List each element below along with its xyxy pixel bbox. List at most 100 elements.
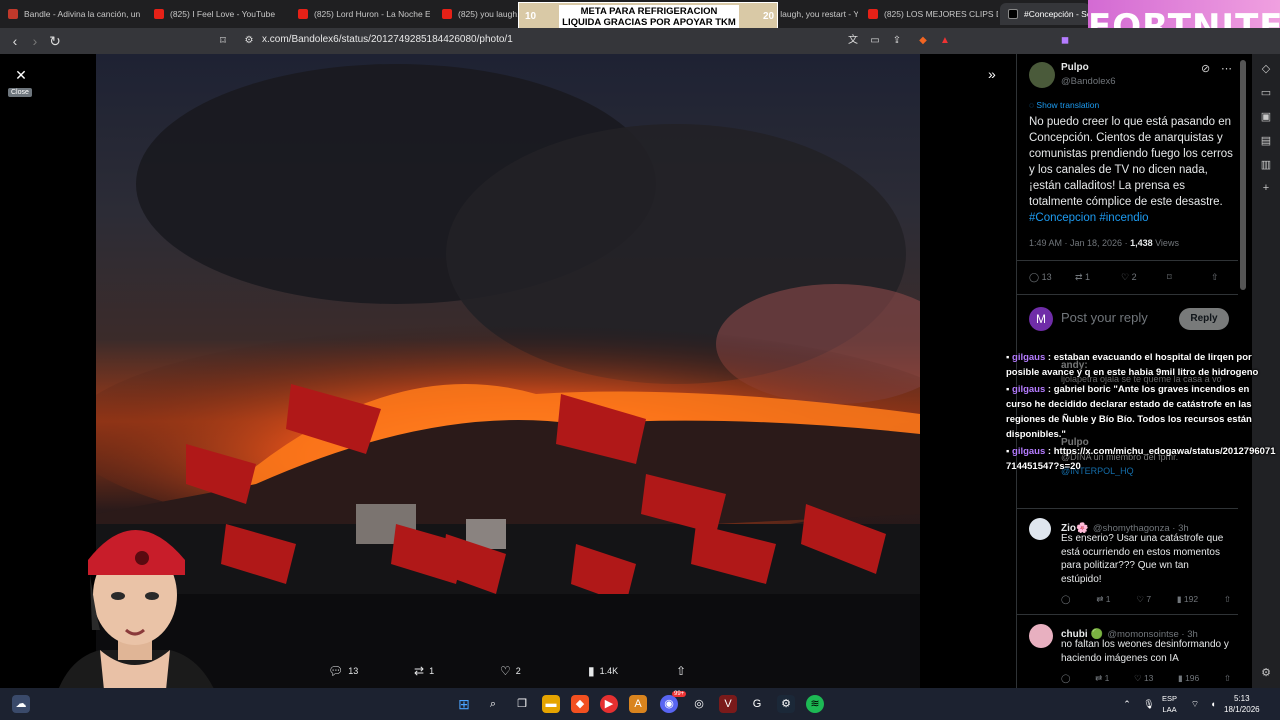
url-field[interactable]: x.com/Bandolex6/status/20127492851844260… [262, 34, 513, 45]
obs-icon[interactable]: ◎ [690, 695, 708, 713]
wallet-icon[interactable]: ▣ [1258, 110, 1274, 126]
close-icon[interactable]: ✕ [12, 66, 30, 84]
task-view-icon[interactable]: ❐ [513, 695, 531, 713]
views-button[interactable]: ▮ 192 [1177, 594, 1198, 605]
my-avatar[interactable]: M [1029, 307, 1053, 331]
tweet-timestamp[interactable]: 1:49 AM · Jan 18, 2026 · [1029, 238, 1130, 248]
leo-icon[interactable]: ◇ [1258, 62, 1274, 78]
author-handle[interactable]: @Bandolex6 [1061, 76, 1116, 87]
share-icon[interactable]: ⇧ [1224, 673, 1231, 684]
site-info-icon[interactable]: ⚙ [240, 32, 258, 50]
avatar[interactable] [1029, 624, 1053, 648]
reply-icon[interactable]: ◯ [1061, 594, 1071, 605]
views-count: 1.4K [599, 666, 619, 676]
reply-text: Es enserio? Usar una catástrofe que está… [1061, 533, 1224, 585]
avatar[interactable] [1029, 62, 1055, 88]
share-icon[interactable]: ⇪ [888, 32, 906, 50]
like-button[interactable]: ♡ 13 [1134, 673, 1153, 684]
viewer-repost-button[interactable]: ⇄ 1 [414, 664, 434, 678]
reply-icon: ◯ [1029, 272, 1042, 282]
back-icon[interactable]: ‹ [6, 32, 24, 50]
viewer-share-button[interactable]: ⇧ [676, 664, 691, 678]
views-button[interactable]: ▮ 196 [1178, 673, 1199, 684]
repost-icon: ⇄ [1095, 673, 1105, 683]
share-icon[interactable]: ⇧ [1224, 594, 1231, 605]
hashtag-link[interactable]: #incendio [1099, 212, 1148, 224]
viewer-views-button[interactable]: ▮ 1.4K [588, 664, 618, 678]
reply-count: 13 [1041, 272, 1052, 282]
lang-layout: LAA [1162, 705, 1177, 714]
reply-button[interactable]: Reply [1179, 308, 1229, 330]
show-translation-link[interactable]: ◌ Show translation [1029, 100, 1099, 110]
media-player-icon[interactable]: ▶ [600, 695, 618, 713]
tab-bandle[interactable]: Bandle - Adivina la canción, un [0, 3, 140, 25]
grok-icon[interactable]: ⊘ [1201, 62, 1210, 75]
file-explorer-icon[interactable]: ▬ [542, 695, 560, 713]
views-icon: ▮ [1178, 673, 1186, 683]
tray-chevron-icon[interactable]: ⌃ [1118, 695, 1136, 713]
tab-x-active[interactable]: #Concepción - Sea [1000, 3, 1090, 25]
repost-button[interactable]: ⇄ 1 [1095, 673, 1109, 684]
youtube-icon [154, 9, 164, 19]
clock-time: 5:13 [1234, 694, 1250, 703]
like-count: 2 [1131, 272, 1137, 282]
repost-button[interactable]: ⇄ 1 [1075, 272, 1121, 283]
heart-icon: ♡ [1133, 673, 1144, 683]
widgets-icon[interactable]: ☁ [12, 695, 30, 713]
more-icon[interactable]: ⋯ [1221, 62, 1232, 75]
reply-actions: ◯ ⇄ 1 ♡ 7 ▮ 192 ⇧ [1061, 594, 1231, 605]
windows-taskbar: ☁ ⊞ ⌕ ❐ ▬ ◆ ▶ A ◉ 99+ ◎ V G ⚙ ≋ ⌃ 🎙︎ ESP… [0, 688, 1280, 720]
tab-youtube-2[interactable]: (825) Lord Huron - La Noche E [290, 3, 430, 25]
settings-icon[interactable]: ⚙ [1258, 666, 1274, 682]
viewer-reply-button[interactable]: 💬︎ 13 [328, 664, 358, 678]
search-icon[interactable]: ⌕ [484, 695, 502, 713]
bookmark-icon[interactable]: ⌑ [214, 32, 232, 50]
author-name[interactable]: Pulpo [1061, 62, 1089, 73]
spotify-icon[interactable]: ≋ [806, 695, 824, 713]
tab-youtube-1[interactable]: (825) I Feel Love - YouTube [146, 3, 286, 25]
hashtag-link[interactable]: #Concepcion [1029, 212, 1096, 224]
like-button[interactable]: ♡ 7 [1136, 594, 1151, 605]
like-button[interactable]: ♡ 2 [1121, 272, 1167, 283]
chat-text: : https://x.com/michu_edogawa/status/201… [1006, 446, 1276, 472]
system-clock[interactable]: 5:13 18/1/2026 [1224, 693, 1260, 715]
clock-date: 18/1/2026 [1224, 705, 1260, 714]
epic-games-icon[interactable]: G [748, 695, 766, 713]
wifi-icon[interactable]: ⌔ [1186, 695, 1204, 713]
reload-icon[interactable]: ↻ [46, 32, 64, 50]
brave-icon[interactable]: ◆ [571, 695, 589, 713]
bookmarks-icon[interactable]: ▤ [1258, 134, 1274, 150]
share-button[interactable]: ⇧ [1211, 272, 1219, 283]
add-icon[interactable]: + [1258, 182, 1274, 198]
translate-icon[interactable]: 文 [844, 32, 862, 50]
bookmark-button[interactable]: ⌑ [1167, 272, 1211, 283]
history-icon[interactable]: ▥ [1258, 158, 1274, 174]
repost-count: 1 [429, 666, 435, 676]
reading-list-icon[interactable]: ▭ [1258, 86, 1274, 102]
steam-icon[interactable]: ⚙ [777, 695, 795, 713]
brave-rewards-icon[interactable]: ▲ [936, 32, 954, 50]
cast-icon[interactable]: ▭ [866, 32, 884, 50]
brave-shield-icon[interactable]: ◆ [914, 32, 932, 50]
scrollbar[interactable] [1240, 60, 1246, 290]
windows-start-icon[interactable]: ⊞ [455, 695, 473, 713]
repost-count: 1 [1105, 594, 1111, 604]
viewer-like-button[interactable]: ♡ 2 [500, 664, 521, 678]
discord-icon[interactable]: ◉ [660, 695, 678, 713]
chat-message: ▪ gilgaus : https://x.com/michu_edogawa/… [1006, 444, 1276, 474]
reply-input[interactable]: Post your reply [1061, 310, 1148, 325]
language-indicator[interactable]: ESP LAA [1162, 693, 1177, 715]
volume-icon[interactable]: ◖ [1204, 695, 1222, 713]
reply-icon[interactable]: ◯ [1061, 673, 1071, 684]
mic-icon[interactable]: 🎙︎ [1140, 695, 1158, 713]
app-a-icon[interactable]: A [629, 695, 647, 713]
tab-youtube-3[interactable]: (825) you laugh, yo [434, 3, 520, 25]
tab-youtube-5[interactable]: (825) LOS MEJORES CLIPS DE [860, 3, 998, 25]
valorant-icon[interactable]: V [719, 695, 737, 713]
twitch-icon[interactable]: ◼ [1056, 32, 1074, 50]
reply-button[interactable]: ◯ 13 [1029, 272, 1075, 283]
forward-icon[interactable]: › [26, 32, 44, 50]
collapse-sidebar-icon[interactable]: » [988, 66, 996, 82]
repost-button[interactable]: ⇄ 1 [1096, 594, 1110, 605]
avatar[interactable] [1029, 518, 1051, 540]
